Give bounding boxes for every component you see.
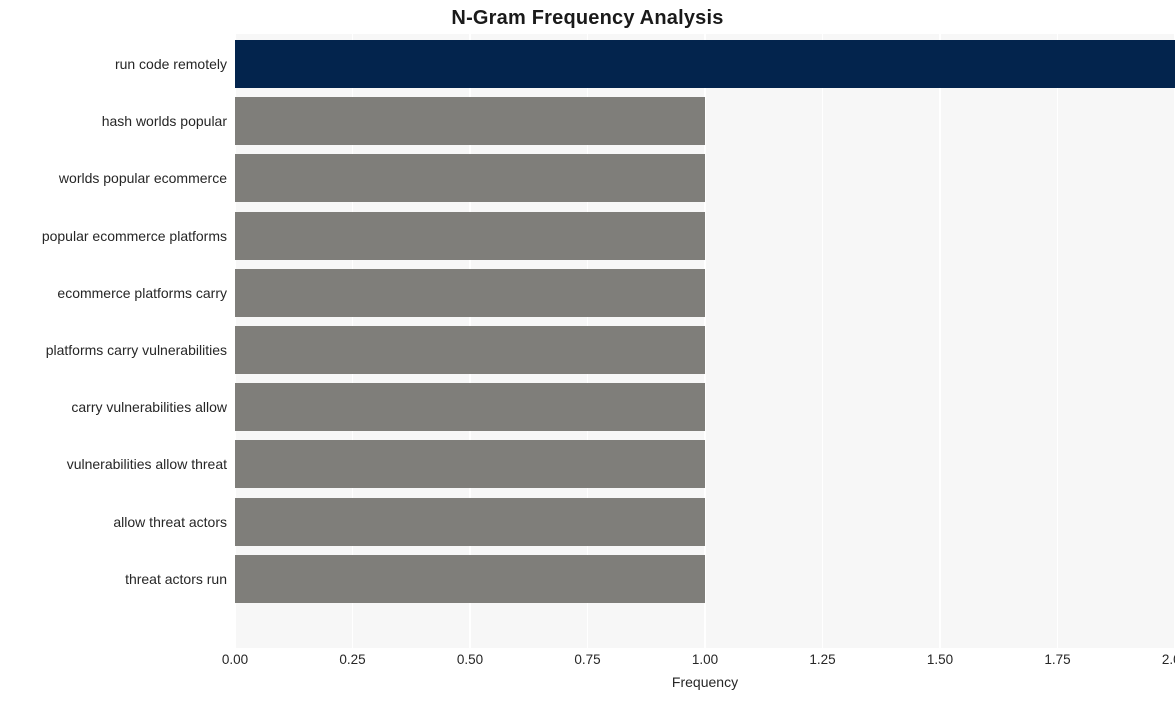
y-tick-label: run code remotely — [114, 56, 227, 72]
y-tick-label: threat actors run — [125, 570, 227, 587]
x-gridline — [939, 34, 941, 648]
x-tick-label: 2.00 — [1161, 652, 1175, 667]
x-axis-title: Frequency — [671, 674, 739, 690]
x-tick-label: 0.25 — [339, 652, 366, 667]
y-tick-label: popular ecommerce platforms — [41, 227, 227, 244]
x-tick-label: 1.00 — [691, 652, 719, 667]
y-tick-label: vulnerabilities allow threat — [66, 456, 227, 473]
y-tick-label: hash worlds popular — [101, 113, 227, 130]
bar[interactable] — [235, 97, 705, 146]
x-gridline — [1056, 34, 1059, 648]
bar[interactable] — [235, 383, 705, 432]
bar[interactable] — [235, 554, 705, 603]
bar[interactable] — [235, 440, 705, 489]
x-tick-label: 0.50 — [456, 652, 484, 667]
bar[interactable] — [235, 211, 705, 260]
y-tick-label: carry vulnerabilities allow — [71, 399, 227, 416]
x-tick-label: 0.00 — [221, 652, 249, 667]
x-tick-label: 1.25 — [809, 652, 836, 667]
x-axis-ticks: 0.00 0.25 0.50 0.75 1.00 1.25 1.50 1.75 2.00 — [0, 651, 1175, 673]
y-tick-label: platforms carry vulnerabilities — [45, 342, 227, 358]
chart-figure: N-Gram Frequency Analysis run code remot… — [0, 0, 1175, 701]
bar[interactable] — [235, 497, 705, 546]
y-tick-label: ecommerce platforms carry — [57, 284, 227, 301]
x-gridline — [821, 34, 824, 648]
y-tick-label: worlds popular ecommerce — [58, 170, 227, 187]
y-tick-label: allow threat actors — [113, 513, 227, 530]
bar[interactable] — [235, 154, 705, 203]
y-axis: run code remotely hash worlds popular worl… — [0, 34, 227, 648]
chart-title: N-Gram Frequency Analysis — [451, 7, 724, 29]
x-tick-label: 0.75 — [574, 652, 601, 667]
plot-area — [235, 34, 1175, 648]
bar[interactable] — [235, 326, 705, 374]
x-tick-label: 1.50 — [926, 652, 954, 667]
bar[interactable] — [235, 40, 1175, 88]
x-tick-label: 1.75 — [1044, 652, 1071, 667]
bar[interactable] — [235, 268, 705, 317]
